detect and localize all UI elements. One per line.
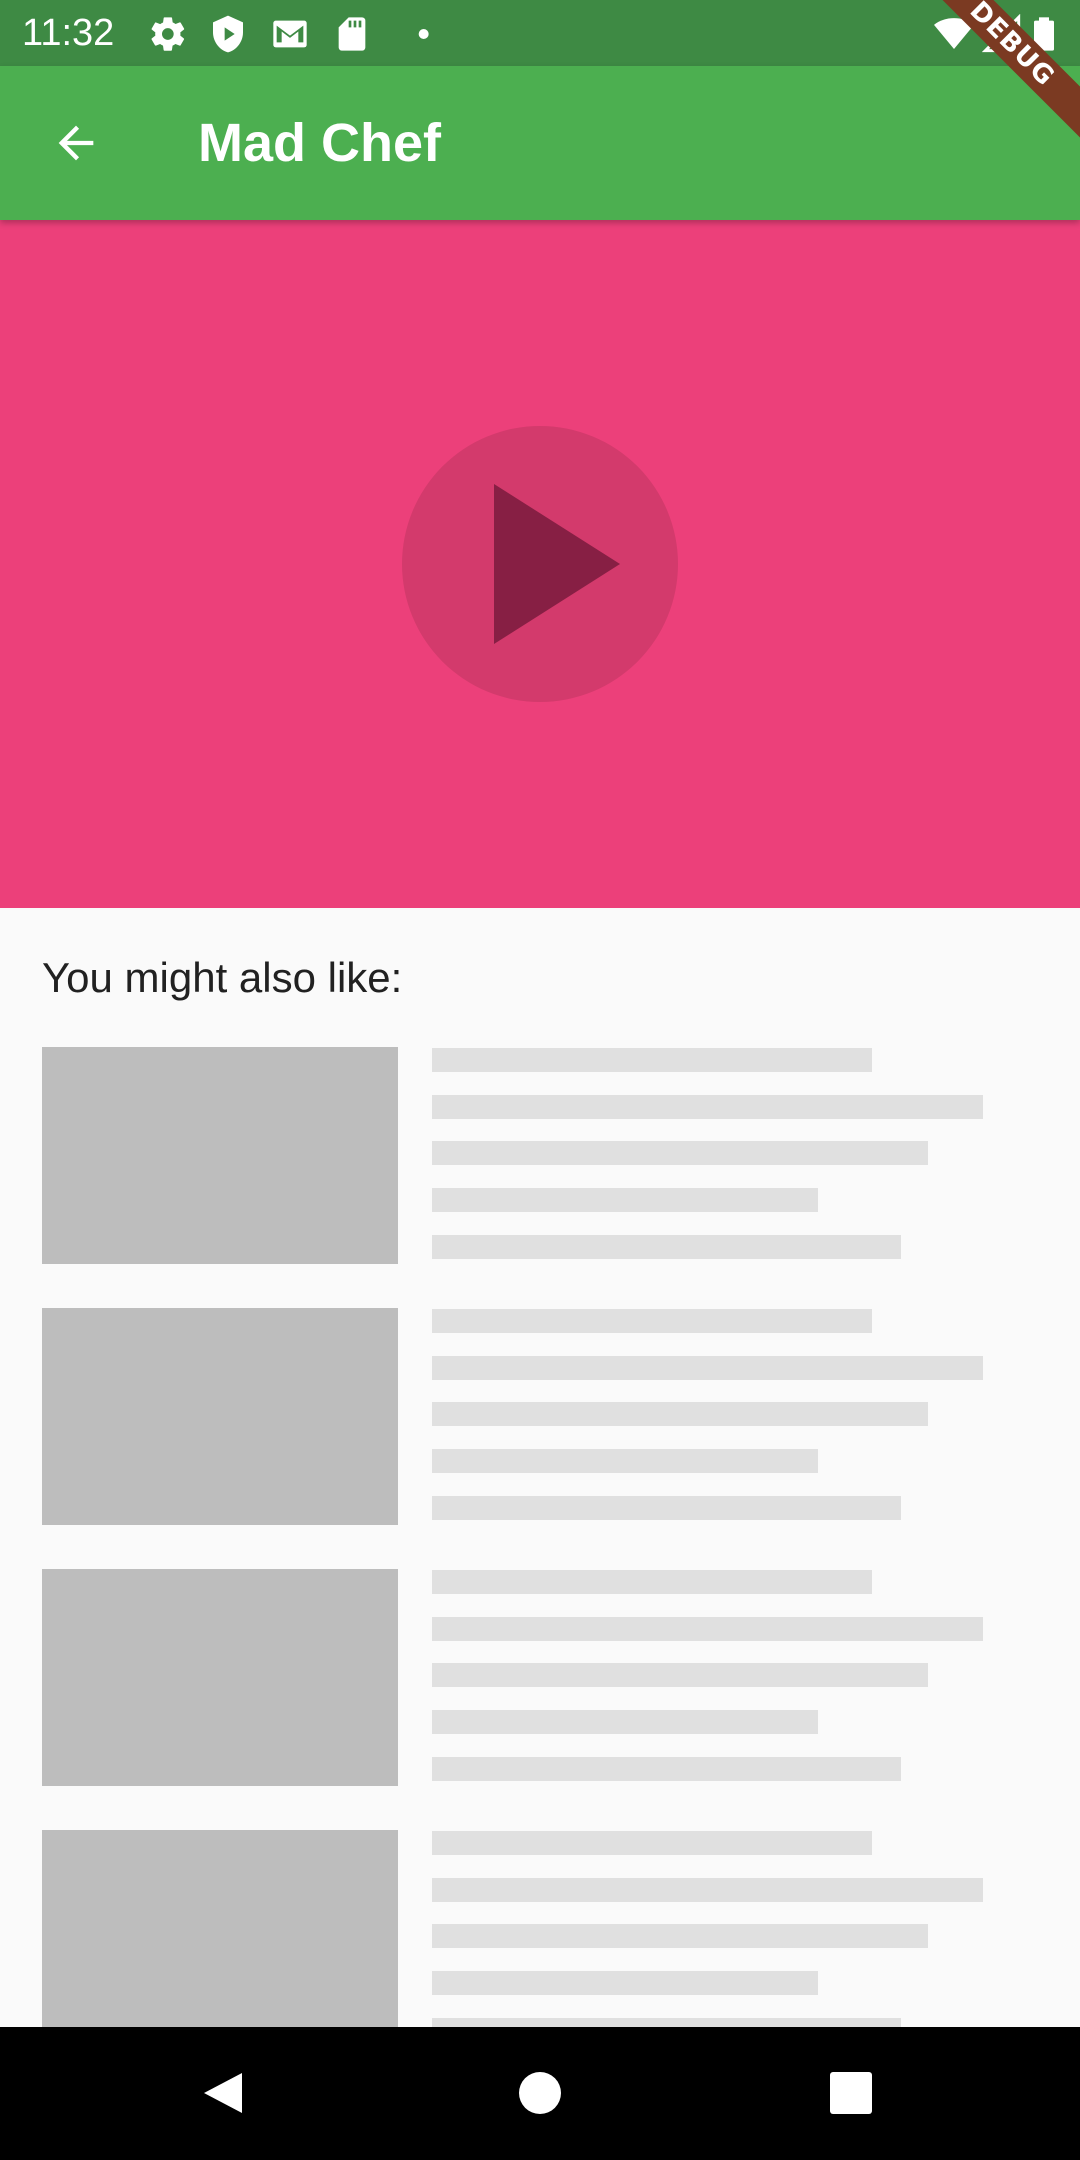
text-placeholder-line xyxy=(432,1402,928,1426)
back-triangle-icon xyxy=(204,2073,242,2113)
text-placeholder-line xyxy=(432,1141,928,1165)
thumbnail-placeholder xyxy=(42,1830,398,2047)
text-placeholder-line xyxy=(432,1831,872,1855)
text-placeholder-line xyxy=(432,1710,818,1734)
text-placeholder-line xyxy=(432,1449,818,1473)
video-player[interactable] xyxy=(0,220,1080,908)
list-item[interactable] xyxy=(0,1569,1080,1830)
recommendations-list xyxy=(0,1047,1080,2091)
text-placeholder-line xyxy=(432,1496,901,1520)
play-button[interactable] xyxy=(402,426,678,702)
arrow-back-icon xyxy=(58,125,94,161)
thumbnail-placeholder xyxy=(42,1047,398,1264)
play-icon xyxy=(494,484,620,644)
gmail-icon xyxy=(270,14,310,54)
nav-back-button[interactable] xyxy=(190,2057,262,2129)
list-item[interactable] xyxy=(0,1308,1080,1569)
page-title: Mad Chef xyxy=(198,113,441,173)
text-placeholder-line xyxy=(432,1617,983,1641)
status-bar: 11:32 xyxy=(0,0,1080,66)
text-placeholder-line xyxy=(432,1757,901,1781)
thumbnail-placeholder xyxy=(42,1569,398,1786)
text-placeholder-line xyxy=(432,1356,983,1380)
text-placeholder-line xyxy=(432,1048,872,1072)
app-bar: Mad Chef xyxy=(0,66,1080,220)
text-placeholder-line xyxy=(432,1663,928,1687)
thumbnail-placeholder xyxy=(42,1308,398,1525)
sd-card-icon xyxy=(332,14,372,54)
text-placeholder-line xyxy=(432,1878,983,1902)
text-placeholder-line xyxy=(432,1188,818,1212)
list-item[interactable] xyxy=(0,1047,1080,1308)
text-placeholder-line xyxy=(432,1570,872,1594)
home-circle-icon xyxy=(519,2072,561,2114)
text-placeholder-line xyxy=(432,1924,928,1948)
nav-recents-button[interactable] xyxy=(815,2057,887,2129)
recommendations-title: You might also like: xyxy=(42,954,403,1001)
recents-square-icon xyxy=(830,2072,872,2114)
text-placeholder-line xyxy=(432,1309,872,1333)
back-button[interactable] xyxy=(42,109,110,177)
text-placeholder-line xyxy=(432,1971,818,1995)
dot-icon xyxy=(392,14,432,54)
shield-icon xyxy=(208,14,248,54)
settings-icon xyxy=(148,14,188,54)
text-placeholder-line xyxy=(432,1235,901,1259)
nav-home-button[interactable] xyxy=(504,2057,576,2129)
text-placeholder-line xyxy=(432,1095,983,1119)
status-time: 11:32 xyxy=(22,12,115,54)
system-nav-bar xyxy=(0,2027,1080,2160)
